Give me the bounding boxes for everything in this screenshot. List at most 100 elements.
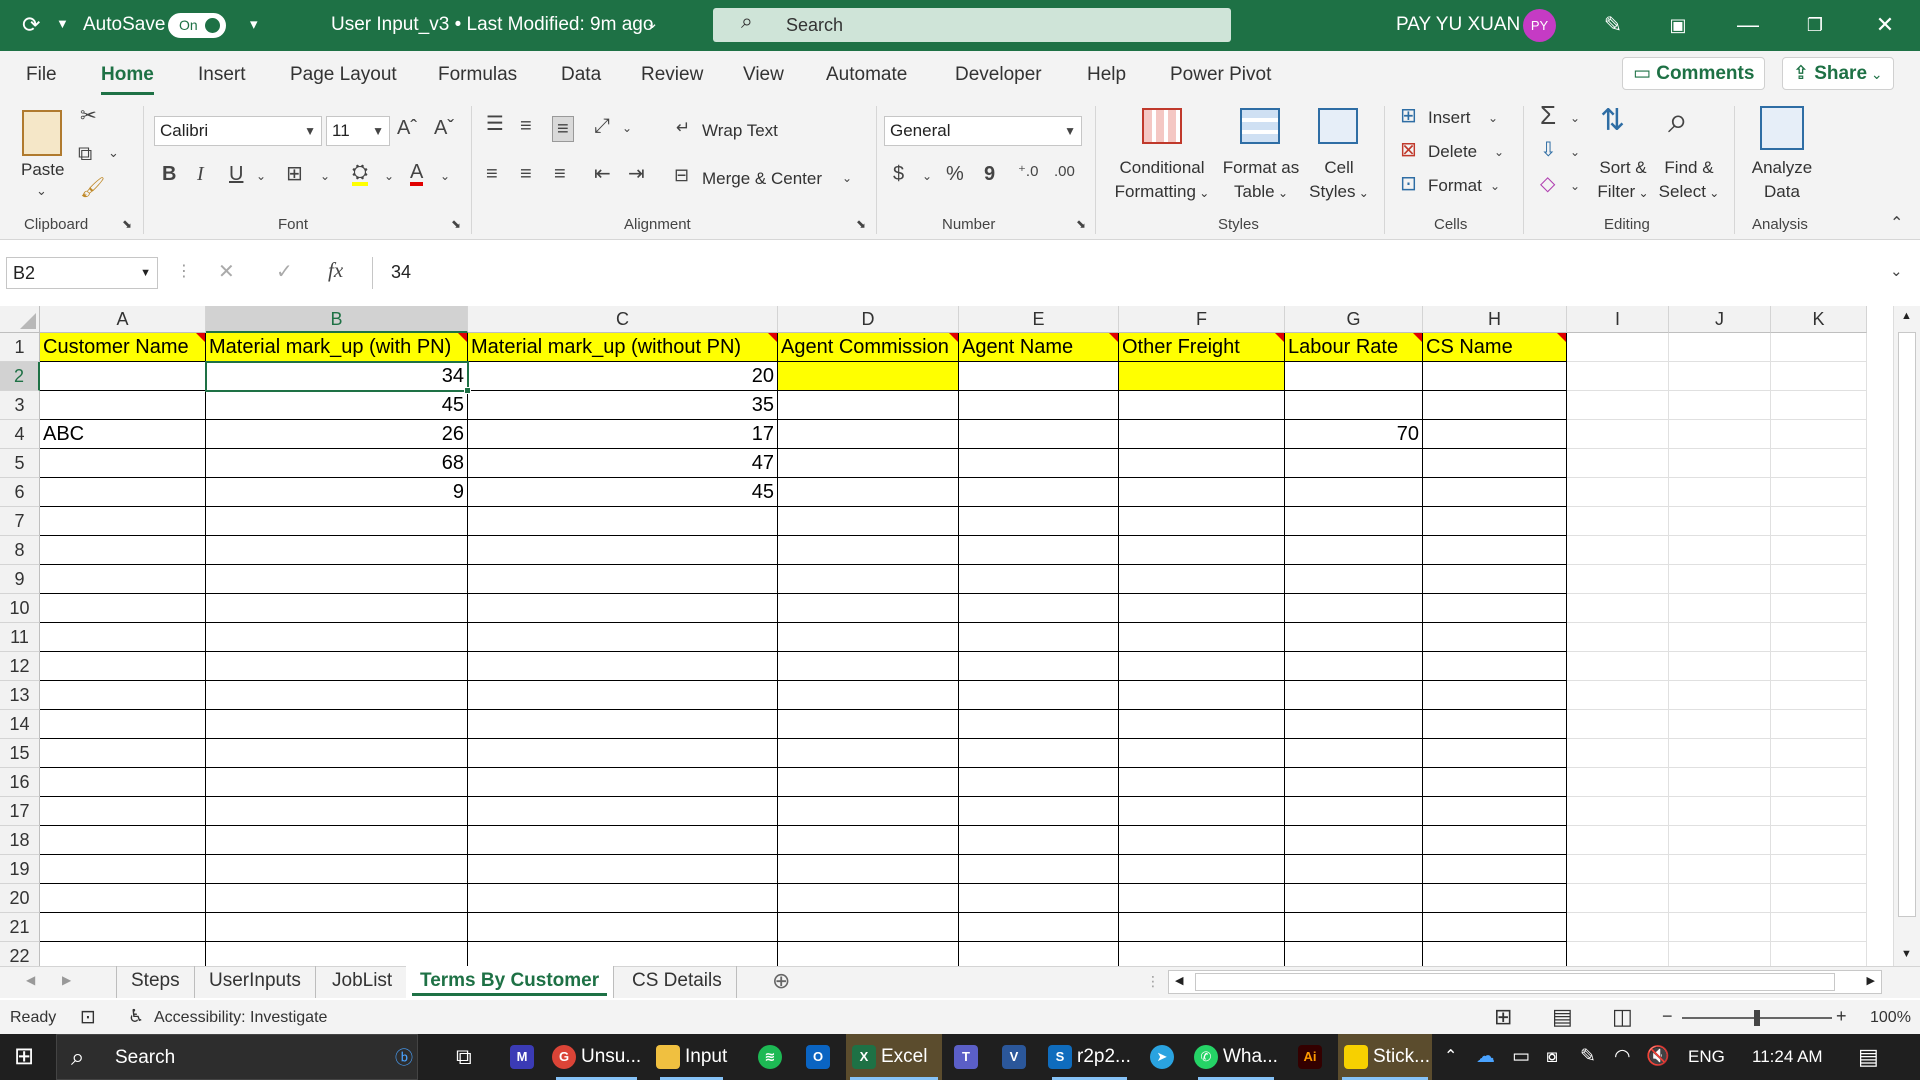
cell-g9[interactable] <box>1285 565 1423 594</box>
cell-k9[interactable] <box>1771 565 1867 594</box>
cell-g13[interactable] <box>1285 681 1423 710</box>
chevron-down-icon[interactable]: ⌄ <box>1490 180 1500 192</box>
analyze-data-icon[interactable] <box>1760 106 1804 150</box>
tab-view[interactable]: View <box>743 64 784 86</box>
column-header-g[interactable]: G <box>1285 306 1423 333</box>
cell-d15[interactable] <box>778 739 959 768</box>
cell-c17[interactable] <box>468 797 778 826</box>
cell-h4[interactable] <box>1423 420 1567 449</box>
cell-f5[interactable] <box>1119 449 1285 478</box>
cell-b13[interactable] <box>206 681 468 710</box>
chevron-down-icon[interactable]: ⌄ <box>384 170 394 182</box>
show-hidden-icons[interactable]: ⌃ <box>1444 1034 1457 1080</box>
cell-i11[interactable] <box>1567 623 1669 652</box>
cell-b9[interactable] <box>206 565 468 594</box>
row-header-17[interactable]: 17 <box>0 797 40 826</box>
cell-c8[interactable] <box>468 536 778 565</box>
cell-k10[interactable] <box>1771 594 1867 623</box>
sync-icon[interactable]: ⟳ <box>22 12 40 38</box>
cell-c6[interactable]: 45 <box>468 478 778 507</box>
underline-button[interactable]: U <box>229 164 243 184</box>
font-size-select[interactable]: 11 ▼ <box>326 116 390 146</box>
tab-page-layout[interactable]: Page Layout <box>290 64 397 86</box>
cell-e15[interactable] <box>959 739 1119 768</box>
tab-automate[interactable]: Automate <box>826 64 907 86</box>
macro-icon[interactable]: ⊡ <box>80 1006 96 1029</box>
chevron-down-icon[interactable]: ⌄ <box>646 14 659 32</box>
cell-e10[interactable] <box>959 594 1119 623</box>
cell-i7[interactable] <box>1567 507 1669 536</box>
cell-g6[interactable] <box>1285 478 1423 507</box>
cell-b20[interactable] <box>206 884 468 913</box>
zoom-slider-thumb[interactable] <box>1754 1010 1760 1026</box>
cell-d17[interactable] <box>778 797 959 826</box>
orientation-icon[interactable]: ⤢ <box>594 116 610 136</box>
find-select-button[interactable]: Find & Select ⌄ <box>1656 156 1722 205</box>
cell-c9[interactable] <box>468 565 778 594</box>
wrap-text-icon[interactable]: ↵ <box>676 119 690 136</box>
taskbar-telegram[interactable]: ➤ <box>1150 1034 1179 1080</box>
cell-j14[interactable] <box>1669 710 1771 739</box>
autosave-toggle[interactable]: On <box>168 13 226 38</box>
cell-k4[interactable] <box>1771 420 1867 449</box>
cell-j16[interactable] <box>1669 768 1771 797</box>
wrap-text-button[interactable]: Wrap Text <box>702 121 778 141</box>
cell-g16[interactable] <box>1285 768 1423 797</box>
cell-a15[interactable] <box>40 739 206 768</box>
clear-icon[interactable]: ◇ <box>1540 174 1555 194</box>
page-break-view-icon[interactable]: ◫ <box>1612 1004 1633 1030</box>
row-header-13[interactable]: 13 <box>0 681 40 710</box>
cell-f12[interactable] <box>1119 652 1285 681</box>
cut-icon[interactable]: ✂ <box>80 106 97 126</box>
scroll-up-icon[interactable]: ▲ <box>1901 310 1912 322</box>
cell-d11[interactable] <box>778 623 959 652</box>
row-header-5[interactable]: 5 <box>0 449 40 478</box>
column-title-c[interactable]: Material mark_up (without PN) <box>468 333 778 362</box>
onedrive-icon[interactable]: ☁ <box>1476 1034 1495 1080</box>
cell-e7[interactable] <box>959 507 1119 536</box>
cell-b4[interactable]: 26 <box>206 420 468 449</box>
cell-c3[interactable]: 35 <box>468 391 778 420</box>
cell-g17[interactable] <box>1285 797 1423 826</box>
cell-g15[interactable] <box>1285 739 1423 768</box>
tab-developer[interactable]: Developer <box>955 64 1042 86</box>
cell-b3[interactable]: 45 <box>206 391 468 420</box>
scroll-right-icon[interactable]: ▶ <box>1867 974 1875 987</box>
sheet-tab-userinputs[interactable]: UserInputs <box>195 966 316 998</box>
zoom-slider[interactable] <box>1682 1010 1832 1026</box>
chevron-down-icon[interactable]: ⌄ <box>622 122 632 134</box>
cell-e14[interactable] <box>959 710 1119 739</box>
cell-k16[interactable] <box>1771 768 1867 797</box>
cell-d9[interactable] <box>778 565 959 594</box>
cell-i6[interactable] <box>1567 478 1669 507</box>
increase-decimal-icon[interactable]: ⁺.0 <box>1018 164 1038 179</box>
format-as-table-icon[interactable] <box>1240 108 1280 144</box>
cell-h12[interactable] <box>1423 652 1567 681</box>
cell-b16[interactable] <box>206 768 468 797</box>
cell-g2[interactable] <box>1285 362 1423 391</box>
cell-j5[interactable] <box>1669 449 1771 478</box>
merge-center-icon[interactable]: ⊟ <box>674 166 689 184</box>
column-title-d[interactable]: Agent Commission <box>778 333 959 362</box>
cell-f3[interactable] <box>1119 391 1285 420</box>
cell-a3[interactable] <box>40 391 206 420</box>
cell-d12[interactable] <box>778 652 959 681</box>
cell-h18[interactable] <box>1423 826 1567 855</box>
align-middle-icon[interactable]: ≡ <box>520 116 532 136</box>
cell-e8[interactable] <box>959 536 1119 565</box>
cell-f6[interactable] <box>1119 478 1285 507</box>
taskbar-illustrator[interactable]: Ai <box>1298 1034 1327 1080</box>
cell-f9[interactable] <box>1119 565 1285 594</box>
chevron-down-icon[interactable]: ⌄ <box>1570 146 1580 158</box>
sheet-tab-joblist[interactable]: JobList <box>318 966 408 998</box>
dialog-launcher-icon[interactable]: ⬊ <box>856 218 866 230</box>
comment-indicator-icon[interactable] <box>768 333 777 342</box>
sheet-tab-terms-by-customer[interactable]: Terms By Customer <box>406 966 615 998</box>
accessibility-icon[interactable]: ♿ <box>128 1006 144 1027</box>
cell-b11[interactable] <box>206 623 468 652</box>
cell-f19[interactable] <box>1119 855 1285 884</box>
borders-icon[interactable]: ⊞ <box>286 164 303 184</box>
cell-f15[interactable] <box>1119 739 1285 768</box>
taskbar-outlook[interactable]: O <box>806 1034 835 1080</box>
cell-k11[interactable] <box>1771 623 1867 652</box>
